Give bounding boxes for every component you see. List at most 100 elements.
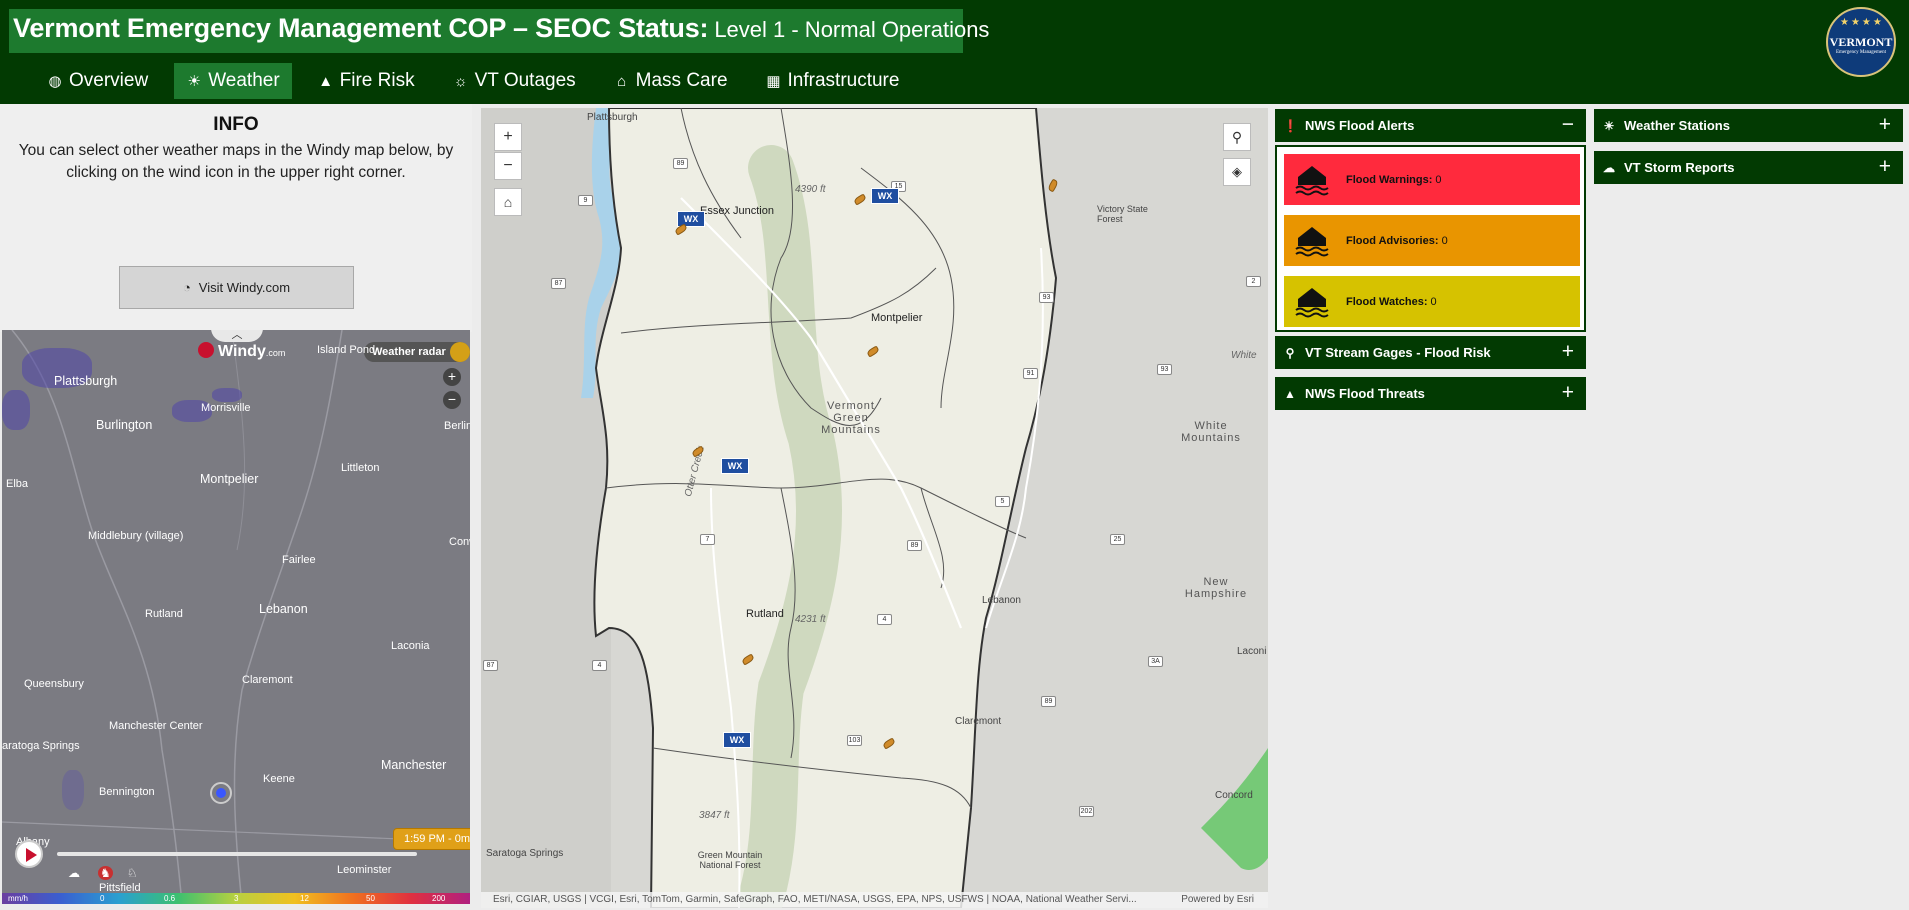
tab-weather[interactable]: ☀ Weather [174,63,292,99]
radar-echo [62,770,84,810]
tab-fire-risk[interactable]: ▲ Fire Risk [306,63,427,99]
collapse-button[interactable]: ︿ [211,330,263,342]
zoom-in-button[interactable]: + [494,123,522,151]
expand-icon[interactable]: + [1562,381,1574,405]
nws-flood-threats-header[interactable]: ▲ NWS Flood Threats + [1275,377,1586,410]
visit-windy-button[interactable]: ◔ Visit Windy.com [119,266,354,309]
weather-stations-header[interactable]: ☀ Weather Stations + [1594,109,1903,142]
map-label: Saratoga Springs [486,848,564,859]
tab-label: Fire Risk [339,70,415,91]
map-label: Manchester [381,758,447,772]
flood-advisories-card[interactable]: Flood Advisories: 0 [1284,215,1580,266]
map-label: White [1231,350,1257,361]
radar-color-scale: mm/h 0 0.6 3 12 50 200 [2,893,470,904]
route-shield: 89 [673,158,688,169]
scale-tick: 0.6 [164,894,176,903]
map-basemap [481,108,1268,908]
alert-label: Flood Advisories: [1346,234,1439,247]
map-label: Rutland [145,608,183,620]
collapse-icon[interactable]: − [1562,113,1574,137]
layer-label: Weather radar [372,346,446,358]
windy-map[interactable]: ︿ Windy.com Weather radar + − Island Pon… [2,330,470,904]
map-label: 4390 ft [795,184,826,195]
location-icon[interactable] [210,782,232,804]
gauge-icon: ⚲ [1285,345,1295,360]
route-shield: 89 [1041,696,1056,707]
tab-overview[interactable]: ◍ Overview [35,63,160,99]
main-map[interactable]: + − ⌂ ⚲ ◈ Plattsburgh Essex Junction Mon… [481,108,1268,908]
map-attribution: Esri, CGIAR, USGS | VCGI, Esri, TomTom, … [481,892,1268,908]
flood-warnings-card[interactable]: Flood Warnings: 0 [1284,154,1580,205]
map-label: Manchester Center [109,720,203,732]
nws-flood-alerts-header[interactable]: ❗ NWS Flood Alerts − [1275,109,1586,142]
map-label: Green Mountain National Forest [697,850,763,870]
map-label: Laconia [391,640,430,652]
layer-selector[interactable]: Weather radar [364,342,470,362]
map-label: Fairlee [282,554,316,566]
map-label: Morrisville [201,402,251,414]
timeline-slider[interactable] [57,852,417,856]
windy-zoom-in-button[interactable]: + [443,368,461,386]
route-shield: 25 [1110,534,1125,545]
expand-icon[interactable]: + [1879,113,1891,137]
sun-icon: ☀ [1603,118,1615,133]
nav-bar: ◍ Overview ☀ Weather ▲ Fire Risk ☼ VT Outage… [35,63,925,99]
time-badge[interactable]: 1:59 PM - 0m [393,828,470,850]
globe-icon: ◍ [48,73,62,90]
panel-title: VT Stream Gages - Flood Risk [1305,345,1491,360]
map-label: Laconi [1237,646,1267,657]
flood-watches-card[interactable]: Flood Watches: 0 [1284,276,1580,327]
panel-title: VT Storm Reports [1624,160,1735,175]
map-label: Montpelier [871,312,923,324]
play-button[interactable] [15,840,43,868]
weather-station-marker[interactable]: WX [871,188,899,204]
map-label: Leominster [337,864,392,876]
weather-station-marker[interactable]: WX [723,732,751,748]
tab-label: Overview [69,70,149,91]
tab-mass-care[interactable]: ⌂ Mass Care [602,63,740,99]
panel-title: NWS Flood Alerts [1305,118,1415,133]
map-label: Claremont [955,716,1002,727]
route-shield: 2 [1246,276,1261,287]
route-shield: 4 [592,660,607,671]
tab-infrastructure[interactable]: ▦ Infrastructure [754,63,912,99]
route-shield: 87 [551,278,566,289]
zoom-out-button[interactable]: − [494,152,522,180]
tab-label: VT Outages [474,70,576,91]
horse-icon[interactable]: ♞ [98,866,113,880]
alert-count: 0 [1435,173,1442,186]
home-icon[interactable]: ⌂ [494,188,522,216]
map-label: Lebanon [259,602,308,616]
panel-title: NWS Flood Threats [1305,386,1425,401]
route-shield: 202 [1079,806,1094,817]
route-shield: 5 [995,496,1010,507]
expand-icon[interactable]: + [1562,340,1574,364]
search-icon[interactable]: ⚲ [1223,123,1251,151]
map-label: Bennington [99,786,155,798]
house-icon: ⌂ [617,72,627,90]
wind-icon[interactable] [449,342,470,362]
powered-by[interactable]: Powered by Esri [1181,892,1254,908]
vt-storm-reports-header[interactable]: ☁ VT Storm Reports + [1594,151,1903,184]
map-label: Berlin [444,420,470,432]
rabbit-slow-icon[interactable]: ☁ [68,866,80,880]
map-label: Claremont [242,674,293,686]
windy-logo: Windy.com [198,342,285,361]
windy-brand: Windy [218,343,266,360]
route-shield: 87 [483,660,498,671]
scale-tick: 3 [234,894,239,903]
windy-basemap [2,330,470,904]
windy-zoom-out-button[interactable]: − [443,391,461,409]
map-label: Elba [6,478,29,490]
deer-icon[interactable]: ♘ [127,866,138,880]
map-label: Burlington [96,418,153,432]
title-text: Vermont Emergency Management COP – SEOC … [13,13,709,43]
windy-logo-icon [198,342,214,358]
sun-icon: ☀ [187,73,201,90]
vt-stream-gages-header[interactable]: ⚲ VT Stream Gages - Flood Risk + [1275,336,1586,369]
weather-station-marker[interactable]: WX [721,458,749,474]
tab-vt-outages[interactable]: ☼ VT Outages [441,63,588,99]
expand-icon[interactable]: + [1879,155,1891,179]
layers-icon[interactable]: ◈ [1223,158,1251,186]
vermont-em-logo: ★★★★ VERMONT Emergency Management [1826,7,1896,77]
